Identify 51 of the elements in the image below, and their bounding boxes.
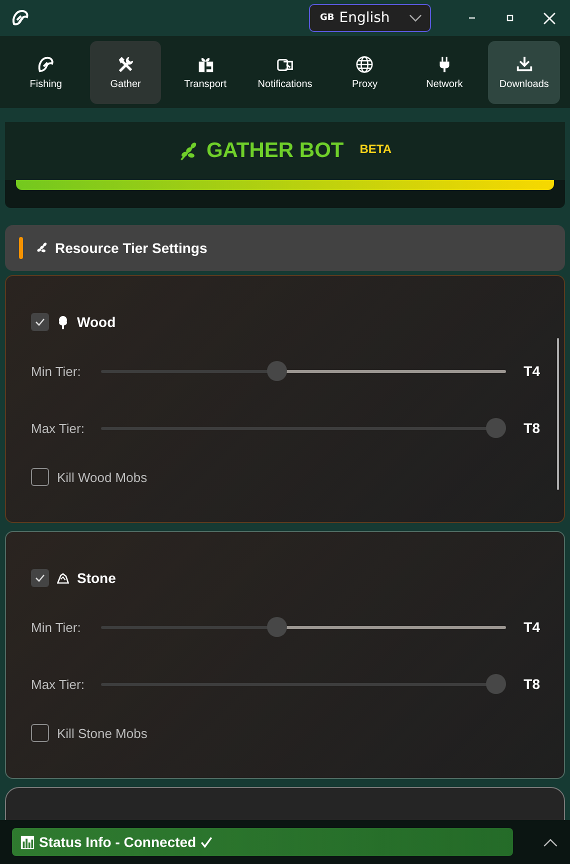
rock-icon (57, 570, 69, 586)
checkbox-label: Kill Wood Mobs (57, 470, 148, 484)
tier-slider[interactable] (101, 674, 506, 694)
tier-value: T4 (522, 619, 540, 635)
checkbox-label: Kill Stone Mobs (57, 726, 148, 740)
leaf-icon (35, 241, 49, 255)
banner-title: GATHER BOT (206, 139, 344, 163)
status-button[interactable]: Status Info - Connected (12, 828, 514, 856)
check-icon (34, 572, 46, 584)
chevron-down-icon (409, 14, 422, 22)
nav-tab[interactable]: Proxy (328, 40, 401, 104)
section-title: Resource Tier Settings (55, 240, 208, 256)
nav-tab[interactable]: Gather (90, 40, 162, 104)
tier-value: T4 (522, 363, 540, 379)
tier-slider[interactable] (101, 617, 506, 637)
maximize-icon[interactable] (505, 13, 515, 23)
slider-label: Min Tier: (31, 364, 82, 378)
tier-slider[interactable] (101, 361, 506, 381)
resource-name: Stone (77, 570, 116, 586)
check-icon (34, 316, 46, 328)
nav-tab[interactable]: Network (408, 40, 480, 104)
slider-thumb[interactable] (486, 674, 506, 694)
checkbox[interactable] (31, 313, 49, 331)
language-select[interactable]: GB English (309, 4, 431, 32)
checkbox[interactable] (31, 468, 49, 486)
slider-thumb[interactable] (266, 617, 287, 637)
bar-chart-icon (20, 834, 35, 850)
tier-slider[interactable] (101, 418, 506, 438)
nav-tab[interactable]: Downloads (488, 40, 560, 104)
tier-value: T8 (522, 676, 540, 692)
scrollbar[interactable] (557, 338, 559, 490)
nav-tab[interactable]: Fishing (10, 40, 82, 104)
close-icon[interactable] (543, 12, 556, 24)
check-icon (200, 836, 214, 848)
tools-icon (116, 54, 136, 74)
globe-icon (355, 54, 374, 74)
resource-name: Wood (77, 314, 116, 330)
beta-label: BETA (360, 142, 392, 156)
tier-value: T8 (522, 420, 540, 436)
slider-thumb[interactable] (266, 361, 287, 381)
caret-up-icon[interactable] (543, 838, 558, 846)
nav-tab[interactable]: Transport (169, 40, 242, 104)
nav-tab[interactable]: Notifications (249, 40, 321, 104)
slider-label: Min Tier: (31, 620, 82, 634)
slider-label: Max Tier: (31, 676, 86, 692)
tree-icon (57, 314, 69, 330)
slider-label: Max Tier: (31, 420, 86, 436)
slider-thumb[interactable] (486, 418, 506, 438)
checkbox[interactable] (31, 724, 49, 742)
checkbox[interactable] (31, 569, 49, 587)
download-icon (514, 54, 534, 74)
